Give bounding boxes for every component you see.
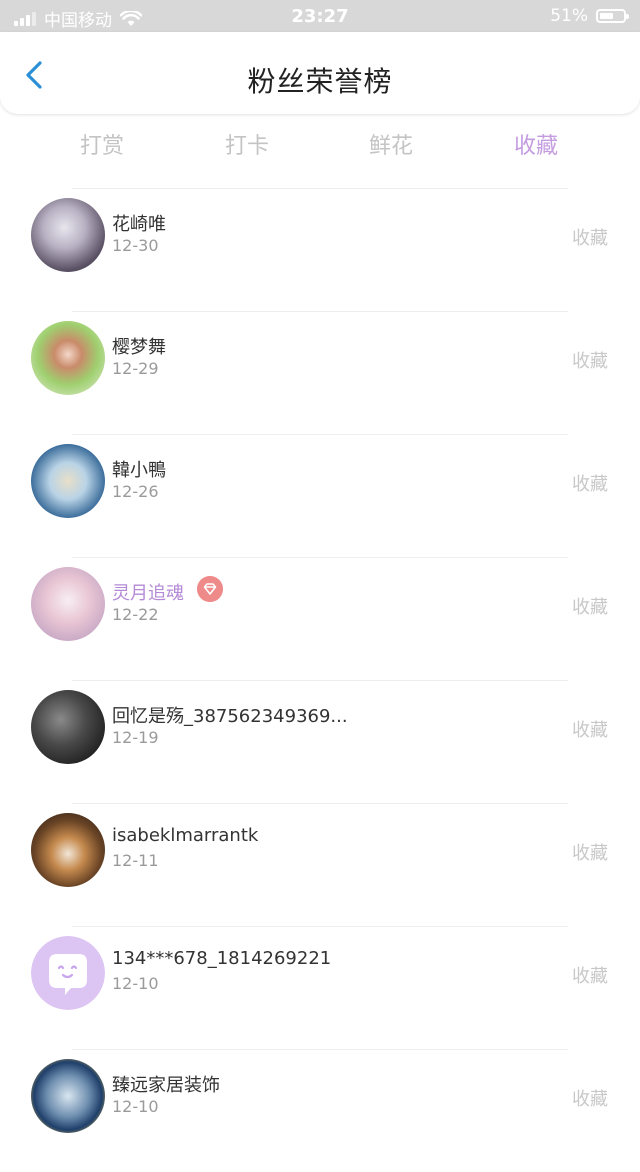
action-label: 收藏	[572, 474, 608, 495]
default-avatar-icon[interactable]	[31, 936, 105, 1010]
divider	[72, 434, 568, 435]
list-item[interactable]: 韓小鴨 12-26 收藏	[0, 434, 640, 557]
divider	[72, 188, 568, 189]
list-item[interactable]: isabeklmarrantk 12-11 收藏	[0, 803, 640, 926]
avatar[interactable]	[31, 1059, 105, 1133]
list-item[interactable]: 樱梦舞 12-29 收藏	[0, 311, 640, 434]
tab-favorites[interactable]: 收藏	[486, 128, 586, 160]
date-label: 12-26	[112, 482, 159, 501]
date-label: 12-30	[112, 236, 159, 255]
tab-flowers[interactable]: 鲜花	[341, 128, 441, 160]
diamond-badge-icon	[197, 576, 223, 602]
action-label: 收藏	[572, 597, 608, 618]
date-label: 12-11	[112, 851, 159, 870]
list-item[interactable]: 花崎唯 12-30 收藏	[0, 188, 640, 311]
action-label: 收藏	[572, 228, 608, 249]
battery-percent: 51%	[550, 6, 588, 26]
user-name[interactable]: 灵月追魂	[112, 579, 184, 605]
list-item[interactable]: 灵月追魂 12-22 收藏	[0, 557, 640, 680]
avatar[interactable]	[31, 567, 105, 641]
tab-bar: 打赏 打卡 鲜花 收藏	[0, 118, 640, 168]
action-label: 收藏	[572, 720, 608, 741]
action-label: 收藏	[572, 351, 608, 372]
avatar[interactable]	[31, 321, 105, 395]
avatar[interactable]	[31, 444, 105, 518]
list-item[interactable]: 臻远家居装饰 12-10 收藏	[0, 1049, 640, 1172]
action-label: 收藏	[572, 843, 608, 864]
user-name[interactable]: isabeklmarrantk	[112, 825, 258, 846]
status-time: 23:27	[291, 6, 349, 27]
user-name[interactable]: 臻远家居装饰	[112, 1071, 220, 1097]
avatar[interactable]	[31, 813, 105, 887]
divider	[72, 311, 568, 312]
user-name[interactable]: 回忆是殇_387562349369...	[112, 702, 348, 728]
date-label: 12-10	[112, 974, 159, 993]
status-right: 51%	[550, 6, 629, 26]
list-item[interactable]: 134***678_1814269221 12-10 收藏	[0, 926, 640, 1049]
user-name[interactable]: 花崎唯	[112, 210, 166, 236]
avatar[interactable]	[31, 690, 105, 764]
date-label: 12-22	[112, 605, 159, 624]
tab-checkin[interactable]: 打卡	[197, 128, 297, 160]
date-label: 12-29	[112, 359, 159, 378]
divider	[72, 803, 568, 804]
action-label: 收藏	[572, 1089, 608, 1110]
avatar[interactable]	[31, 198, 105, 272]
user-name[interactable]: 134***678_1814269221	[112, 948, 331, 969]
user-name[interactable]: 樱梦舞	[112, 333, 166, 359]
fan-list: 花崎唯 12-30 收藏 樱梦舞 12-29 收藏 韓小鴨 12-26 收藏 灵…	[0, 188, 640, 1172]
list-item[interactable]: 回忆是殇_387562349369... 12-19 收藏	[0, 680, 640, 803]
status-bar: 中国移动 23:27 51%	[0, 0, 640, 32]
page-title: 粉丝荣誉榜	[247, 65, 393, 98]
divider	[72, 680, 568, 681]
date-label: 12-10	[112, 1097, 159, 1116]
action-label: 收藏	[572, 966, 608, 987]
divider	[72, 926, 568, 927]
user-name[interactable]: 韓小鴨	[112, 456, 166, 482]
date-label: 12-19	[112, 728, 159, 747]
battery-icon	[596, 9, 629, 23]
divider	[72, 557, 568, 558]
tab-reward[interactable]: 打赏	[52, 128, 152, 160]
divider	[72, 1049, 568, 1050]
navigation-bar: 粉丝荣誉榜	[0, 32, 640, 114]
